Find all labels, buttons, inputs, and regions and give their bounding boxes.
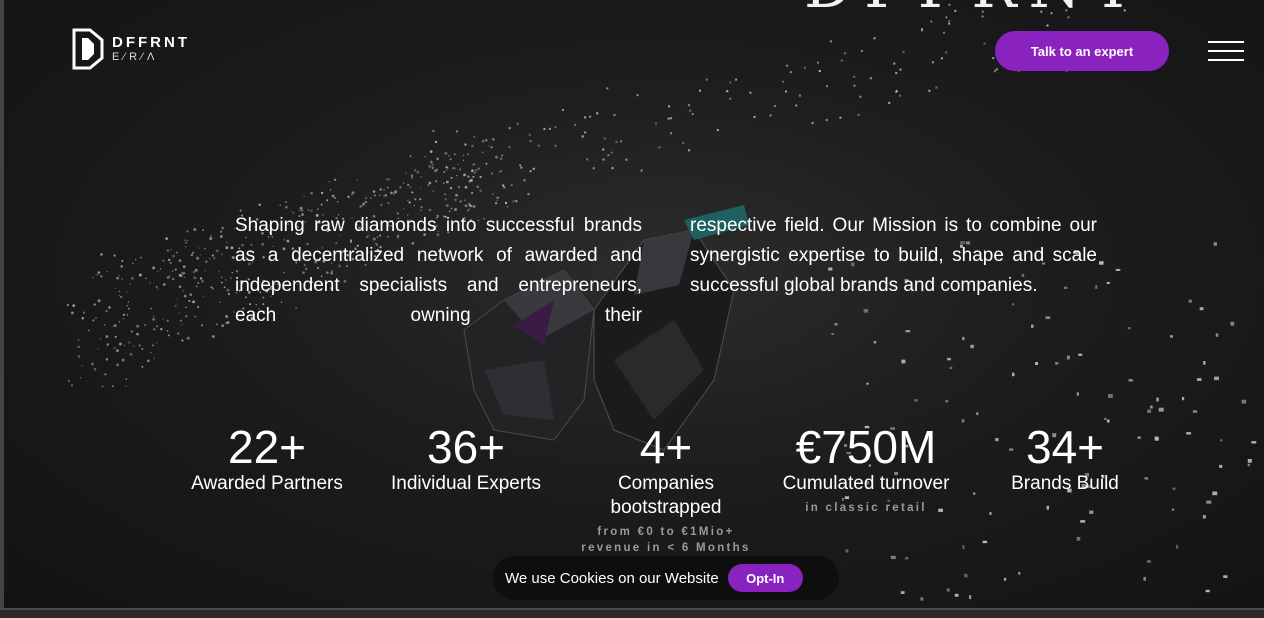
stat-note: in classic retail [805,502,927,514]
talk-to-expert-button[interactable]: Talk to an expert [995,31,1169,71]
cookie-banner: We use Cookies on our Website Opt-In [493,556,839,600]
cookie-text: We use Cookies on our Website [505,569,719,587]
mission-text-right: respective field. Our Mission is to comb… [690,215,1097,296]
stat-label: Awarded Partners [191,473,343,494]
stat-label: Cumulated turnover [782,473,950,494]
stat-companies-bootstrapped: 4+ Companies bootstrapped from €0 to €1M… [566,422,766,556]
horizontal-scrollbar[interactable] [0,608,1264,618]
stat-value: 4+ [639,421,693,473]
stat-value: 36+ [426,421,506,473]
brand-subtitle: E⁄R⁄Λ [112,50,159,63]
stat-note: from €0 to €1Mio+ revenue in < 6 Months [581,526,751,554]
page-viewport: DFFRNT DFFRNT E⁄R⁄Λ Talk to an expert Sh… [0,0,1264,608]
stat-cumulated-turnover: €750M Cumulated turnover in classic reta… [766,422,966,516]
mission-text-left: Shaping raw diamonds into successful bra… [235,215,642,326]
stat-label: Companies bootstrapped [610,473,722,518]
stat-value: €750M [795,421,937,473]
stat-value: 34+ [1025,421,1105,473]
brand-logo[interactable]: DFFRNT E⁄R⁄Λ [72,28,190,70]
stat-individual-experts: 36+ Individual Experts [366,422,566,496]
stat-value: 22+ [227,421,307,473]
stat-label: Brands Build [1011,473,1119,494]
stat-label: Individual Experts [391,473,541,494]
dffrnt-logo-icon [72,28,104,70]
stat-awarded-partners: 22+ Awarded Partners [167,422,367,496]
stat-brands-build: 34+ Brands Build [965,422,1165,496]
brand-name: DFFRNT [112,33,190,51]
hamburger-menu-icon[interactable] [1208,41,1244,61]
opt-in-button[interactable]: Opt-In [727,564,803,592]
